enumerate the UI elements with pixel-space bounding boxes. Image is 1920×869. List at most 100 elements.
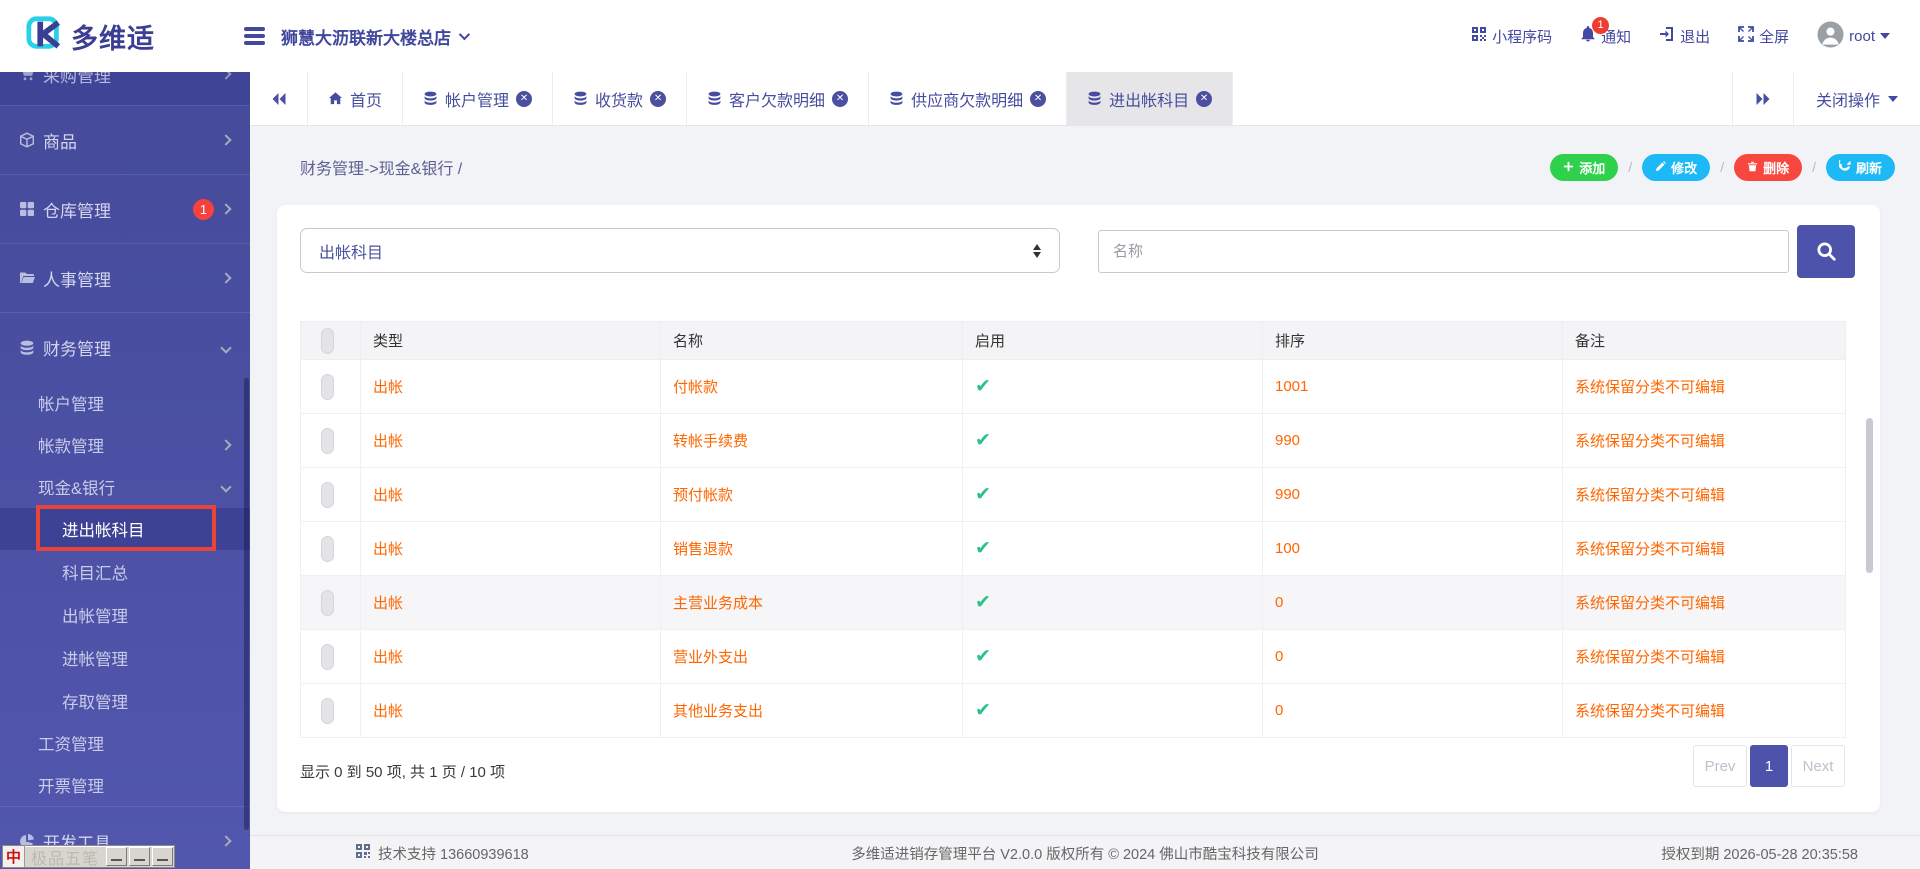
app-logo[interactable]: 多维适	[26, 15, 226, 58]
sidebar-item-warehouse[interactable]: 仓库管理 1	[0, 175, 250, 244]
cell-name: 销售退款	[661, 522, 963, 576]
table-row[interactable]: 出帐 付帐款 ✔ 1001 系统保留分类不可编辑	[301, 360, 1846, 414]
sidebar-item-salary-mgmt[interactable]: 工资管理	[0, 722, 250, 764]
sidebar-subitem-label: 出帐管理	[62, 603, 128, 627]
enabled-check-icon: ✔	[975, 376, 991, 397]
tab-bar: 首页 帐户管理 ✕ 收货款 ✕ 客户欠款明细 ✕ 供应商欠款明细 ✕ 进出帐科目…	[250, 72, 1920, 126]
chevron-right-icon	[220, 72, 231, 80]
refresh-label: 刷新	[1856, 158, 1882, 177]
table-row[interactable]: 出帐 营业外支出 ✔ 0 系统保留分类不可编辑	[301, 630, 1846, 684]
close-icon[interactable]: ✕	[1030, 91, 1046, 107]
row-checkbox[interactable]	[321, 536, 334, 562]
ime-tool-button[interactable]	[152, 847, 173, 866]
sidebar-item-deposit-mgmt[interactable]: 存取管理	[0, 679, 250, 722]
table-scrollbar[interactable]	[1866, 418, 1873, 573]
tab-receipts[interactable]: 收货款 ✕	[553, 72, 687, 125]
sidebar-subitem-label: 帐款管理	[38, 433, 104, 457]
select-all-checkbox[interactable]	[321, 328, 334, 354]
tab-customer-debts[interactable]: 客户欠款明细 ✕	[687, 72, 869, 125]
row-checkbox[interactable]	[321, 428, 334, 454]
sidebar-item-label: 商品	[43, 128, 77, 153]
cell-type: 出帐	[361, 468, 661, 522]
sidebar-scrollbar[interactable]	[244, 378, 249, 830]
close-icon[interactable]: ✕	[650, 91, 666, 107]
close-icon[interactable]: ✕	[1196, 91, 1212, 107]
sidebar-item-account-mgmt[interactable]: 帐户管理	[0, 382, 250, 424]
ime-mode-button[interactable]: 中	[3, 846, 25, 867]
notifications-button[interactable]: 通知 1	[1580, 26, 1631, 47]
sidebar-item-finance[interactable]: 财务管理	[0, 313, 250, 382]
close-operations-dropdown[interactable]: 关闭操作	[1794, 72, 1920, 125]
prev-page-button[interactable]: Prev	[1693, 745, 1747, 787]
table-row[interactable]: 出帐 预付帐款 ✔ 990 系统保留分类不可编辑	[301, 468, 1846, 522]
close-icon[interactable]: ✕	[516, 91, 532, 107]
logo-k-icon	[26, 15, 64, 58]
row-checkbox[interactable]	[321, 644, 334, 670]
miniprogram-button[interactable]: 小程序码	[1471, 26, 1552, 47]
app-header: 多维适 狮慧大沥联新大楼总店 小程序码 通知 1 退出	[0, 0, 1920, 72]
sidebar-item-cash-bank[interactable]: 现金&银行	[0, 466, 250, 508]
sidebar-item-goods[interactable]: 商品	[0, 106, 250, 175]
menu-toggle-icon[interactable]	[244, 24, 265, 49]
breadcrumb: 财务管理->现金&银行 /	[300, 155, 462, 179]
sidebar-item-invoice-mgmt[interactable]: 开票管理	[0, 764, 250, 806]
cell-name: 付帐款	[661, 360, 963, 414]
row-checkbox[interactable]	[321, 374, 334, 400]
name-search-input[interactable]	[1098, 230, 1789, 273]
add-button[interactable]: 添加	[1550, 154, 1618, 181]
tab-supplier-debts[interactable]: 供应商欠款明细 ✕	[869, 72, 1067, 125]
sidebar-item-label: 采购管理	[43, 72, 111, 87]
sidebar-subitem-label: 科目汇总	[62, 560, 128, 584]
username: root	[1849, 28, 1875, 45]
sidebar-item-hr[interactable]: 人事管理	[0, 244, 250, 313]
tab-label: 帐户管理	[445, 87, 509, 111]
enabled-check-icon: ✔	[975, 430, 991, 451]
logout-button[interactable]: 退出	[1659, 26, 1710, 47]
enabled-check-icon: ✔	[975, 484, 991, 505]
delete-button[interactable]: 删除	[1734, 154, 1802, 181]
tab-subjects-active[interactable]: 进出帐科目 ✕	[1067, 72, 1233, 125]
search-button[interactable]	[1797, 225, 1855, 278]
tab-home[interactable]: 首页	[308, 72, 403, 125]
coins-icon	[19, 340, 36, 356]
row-checkbox[interactable]	[321, 698, 334, 724]
add-label: 添加	[1579, 158, 1605, 177]
cell-sort: 0	[1263, 684, 1563, 738]
column-header-name: 名称	[661, 322, 963, 360]
sidebar-item-purchase[interactable]: 采购管理	[0, 72, 250, 102]
next-page-button[interactable]: Next	[1791, 745, 1845, 787]
sidebar-item-incoming-mgmt[interactable]: 进帐管理	[0, 636, 250, 679]
type-select[interactable]: 出帐科目	[300, 228, 1060, 273]
edit-button[interactable]: 修改	[1642, 154, 1710, 181]
table-row[interactable]: 出帐 其他业务支出 ✔ 0 系统保留分类不可编辑	[301, 684, 1846, 738]
ime-tool-button[interactable]	[106, 847, 127, 866]
fullscreen-button[interactable]: 全屏	[1738, 26, 1789, 47]
table-row[interactable]: 出帐 销售退款 ✔ 100 系统保留分类不可编辑	[301, 522, 1846, 576]
refresh-button[interactable]: 刷新	[1826, 154, 1895, 181]
store-selector[interactable]: 狮慧大沥联新大楼总店	[281, 24, 467, 49]
tabs-scroll-right-button[interactable]	[1732, 72, 1794, 125]
sidebar-item-subjects-active[interactable]: 进出帐科目	[0, 508, 250, 550]
sidebar-item-bills-mgmt[interactable]: 帐款管理	[0, 424, 250, 466]
cell-remark: 系统保留分类不可编辑	[1563, 468, 1846, 522]
table-row[interactable]: 出帐 主营业务成本 ✔ 0 系统保留分类不可编辑	[301, 576, 1846, 630]
ime-tool-button[interactable]	[129, 847, 150, 866]
sidebar-item-outgoing-mgmt[interactable]: 出帐管理	[0, 593, 250, 636]
ime-toolbar[interactable]: 中 极品五笔	[2, 845, 175, 868]
tab-account-mgmt[interactable]: 帐户管理 ✕	[403, 72, 553, 125]
cell-name: 预付帐款	[661, 468, 963, 522]
row-checkbox[interactable]	[321, 590, 334, 616]
table-row[interactable]: 出帐 转帐手续费 ✔ 990 系统保留分类不可编辑	[301, 414, 1846, 468]
caret-down-icon	[1880, 33, 1890, 39]
enabled-check-icon: ✔	[975, 700, 991, 721]
tabs-scroll-left-button[interactable]	[250, 72, 308, 125]
column-header-sort: 排序	[1263, 322, 1563, 360]
close-icon[interactable]: ✕	[832, 91, 848, 107]
user-menu[interactable]: root	[1817, 21, 1890, 52]
cell-type: 出帐	[361, 684, 661, 738]
page-1-button[interactable]: 1	[1750, 745, 1788, 787]
cell-type: 出帐	[361, 360, 661, 414]
sidebar-item-subject-summary[interactable]: 科目汇总	[0, 550, 250, 593]
sidebar-subitem-label: 存取管理	[62, 689, 128, 713]
row-checkbox[interactable]	[321, 482, 334, 508]
